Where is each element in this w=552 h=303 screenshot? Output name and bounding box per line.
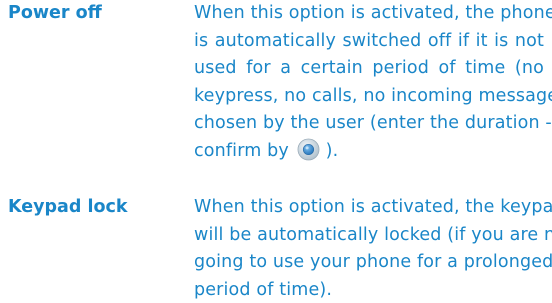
navigation-key-icon [297, 138, 320, 160]
document-page: Power off When this option is activated,… [0, 0, 552, 303]
description-line: going to use your phone for a prolonged [194, 252, 552, 272]
description-power-off: When this option is activated, the phone… [194, 0, 552, 166]
description-line: will be automatically locked (if you are… [194, 224, 552, 245]
description-line: When this option is activated, the phone [194, 3, 552, 23]
description-keypad-lock: When this option is activated, the keypa… [194, 194, 552, 303]
description-line: keypress, no calls, no incoming message) [194, 85, 552, 106]
description-line-confirm: confirm by ). [194, 138, 544, 166]
term-power-off: Power off [8, 3, 102, 23]
confirm-text: confirm by [194, 140, 289, 161]
term-keypad-lock: Keypad lock [8, 197, 128, 217]
description-line: is automatically switched off if it is n… [194, 30, 544, 51]
description-line: period of time). [194, 279, 333, 300]
confirm-suffix: ). [325, 140, 339, 161]
description-line: chosen by the user (enter the duration - [194, 113, 552, 133]
description-line: used for a certain period of time (no [194, 58, 544, 78]
description-line: When this option is activated, the keypa… [194, 197, 552, 217]
